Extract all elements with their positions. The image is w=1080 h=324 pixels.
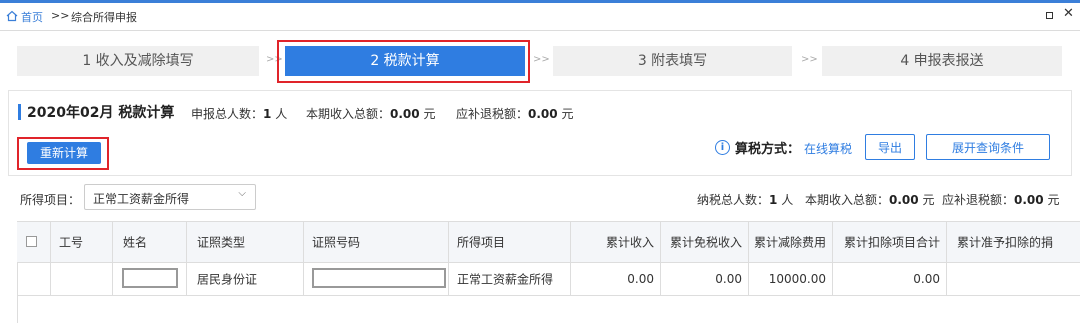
header-cell: 累计收入	[571, 222, 661, 262]
breadcrumb-current: 综合所得申报	[71, 11, 137, 24]
id-number-cell	[304, 263, 449, 295]
redacted-id-number	[312, 268, 446, 288]
id-type-cell: 居民身份证	[187, 263, 304, 295]
title-accent-bar	[18, 104, 21, 120]
calc-method-label: 算税方式：	[735, 142, 801, 157]
income-item-cell: 正常工资薪金所得	[449, 263, 571, 295]
redacted-name	[122, 268, 178, 288]
header-cell: 累计免税收入	[661, 222, 749, 262]
close-icon[interactable]: ✕	[1063, 6, 1074, 21]
tax-table: 工号 姓名 证照类型 证照号码 所得项目 累计收入 累计免税收入 累计减除费用 …	[17, 221, 1080, 324]
income-item-select-value: 正常工资薪金所得	[93, 192, 190, 206]
header-cell: 证照号码	[304, 222, 449, 262]
people-count: 申报总人数：1 人	[191, 107, 288, 121]
table-header: 工号 姓名 证照类型 证照号码 所得项目 累计收入 累计免税收入 累计减除费用 …	[17, 222, 1080, 263]
step-submit[interactable]: 4 申报表报送	[822, 46, 1062, 76]
header-cell: 累计准予扣除的捐	[957, 235, 1054, 250]
cum-items-total-cell: 0.00	[833, 263, 947, 295]
income-item-select[interactable]: 正常工资薪金所得 ⌵	[84, 184, 256, 210]
header-cell: 累计减除费用	[749, 222, 833, 262]
cum-donation-cell	[947, 263, 1080, 295]
header-cell: 所得项目	[449, 222, 571, 262]
info-icon: i	[715, 140, 730, 155]
step-arrow: >>	[801, 54, 818, 65]
breadcrumb-bar: 首页 >> 综合所得申报 ✕	[0, 3, 1080, 31]
breadcrumb-separator: >>	[51, 9, 70, 22]
income-total: 本期收入总额：0.00 元	[306, 107, 436, 121]
period-tax-total: 应补退税额：0.00 元	[942, 193, 1060, 207]
income-item-filter-label: 所得项目：	[20, 193, 81, 207]
home-icon[interactable]	[6, 10, 18, 22]
highlight-frame	[277, 40, 530, 83]
table-row[interactable]: 居民身份证 正常工资薪金所得 0.00 0.00 10000.00 0.00	[17, 263, 1080, 296]
cum-deduction-cell: 10000.00	[749, 263, 833, 295]
highlight-frame	[17, 137, 109, 170]
period-income-total: 本期收入总额：0.00 元	[805, 193, 935, 207]
header-cell: 累计扣除项目合计	[833, 222, 947, 262]
export-button[interactable]: 导出	[865, 134, 915, 160]
step-attachment[interactable]: 3 附表填写	[553, 46, 792, 76]
header-cell: 工号	[51, 222, 113, 262]
header-cell: 姓名	[113, 222, 187, 262]
cum-exempt-cell: 0.00	[661, 263, 749, 295]
chevron-down-icon: ⌵	[238, 188, 246, 199]
page-title: 2020年02月 税款计算	[27, 105, 175, 121]
calc-method-value: 在线算税	[804, 142, 853, 156]
row-select-cell	[17, 263, 51, 295]
step-income-deduction[interactable]: 1 收入及减除填写	[17, 46, 259, 76]
tax-refund-total: 应补退税额：0.00 元	[456, 107, 574, 121]
taxpayer-count: 纳税总人数：1 人	[697, 193, 794, 207]
header-cell: 证照类型	[187, 222, 304, 262]
restore-icon[interactable]	[1046, 12, 1053, 19]
step-arrow: >>	[533, 54, 550, 65]
header-select-cell	[17, 222, 51, 262]
cum-income-cell: 0.00	[571, 263, 661, 295]
expand-query-button[interactable]: 展开查询条件	[926, 134, 1050, 160]
select-all-checkbox[interactable]	[26, 236, 37, 247]
breadcrumb-home-link[interactable]: 首页	[21, 9, 43, 25]
employee-id-cell	[51, 263, 113, 295]
name-cell	[113, 263, 187, 295]
